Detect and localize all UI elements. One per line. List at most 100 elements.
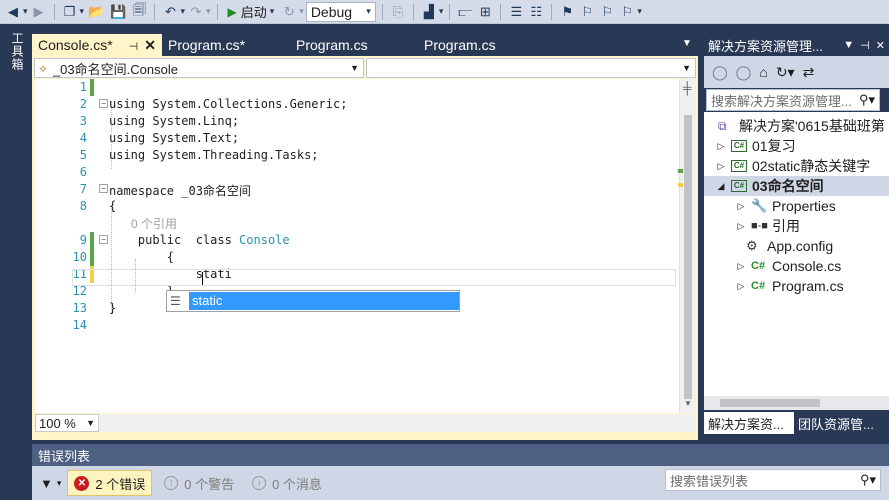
code-editor[interactable]: 1 2 − using System.Collections.Generic; …: [35, 79, 679, 413]
tab-console-cs[interactable]: Console.cs* ⊣ ✕: [32, 34, 162, 56]
comment-icon[interactable]: ☰: [507, 2, 525, 22]
messages-filter-button[interactable]: i 0 个消息: [246, 474, 328, 493]
collapse-icon[interactable]: −: [99, 99, 108, 108]
sync-icon[interactable]: ⇄: [803, 64, 815, 81]
solution-explorer-search[interactable]: 搜索解决方案资源管理... ⚲▾: [706, 89, 880, 111]
toolbar-overflow-icon[interactable]: ▾: [637, 6, 642, 17]
expand-icon[interactable]: ▷: [736, 261, 746, 272]
collapse-icon[interactable]: ◢: [716, 181, 726, 192]
tree-item-console-cs[interactable]: ▷ C# Console.cs: [736, 256, 842, 276]
expand-icon[interactable]: ▷: [716, 161, 726, 172]
filter-button[interactable]: ▼ ▾: [40, 476, 61, 491]
expand-icon[interactable]: ▷: [736, 201, 746, 212]
tree-item-project-selected[interactable]: ◢ C# 03命名空间: [704, 176, 889, 196]
find-icon[interactable]: ▟: [420, 2, 438, 22]
navigation-bar: ⟡ _03命名空间.Console ▼ ▼: [34, 58, 696, 78]
tree-item-properties[interactable]: ▷ 🔧 Properties: [736, 196, 836, 216]
line-number: 5: [79, 148, 87, 162]
redo-icon[interactable]: ↷: [187, 2, 205, 22]
undo-dropdown-icon[interactable]: ▾: [180, 6, 185, 17]
solution-tree-horizontal-scrollbar[interactable]: [704, 396, 889, 410]
save-icon[interactable]: 💾: [108, 2, 128, 22]
zoom-value: 100 %: [39, 415, 76, 431]
back-icon[interactable]: ◯: [712, 64, 728, 81]
start-debug-button[interactable]: ▶ 启动 ▾: [224, 2, 279, 21]
start-dropdown-icon[interactable]: ▾: [270, 6, 275, 17]
editor-vertical-scrollbar[interactable]: ╪ ▼: [679, 79, 696, 413]
expand-icon[interactable]: ▷: [716, 141, 726, 152]
type-select[interactable]: ⟡ _03命名空间.Console ▼: [34, 58, 364, 78]
member-select[interactable]: ▼: [366, 58, 696, 78]
format-icon[interactable]: ⊞: [476, 2, 494, 22]
tab-program-cs-2[interactable]: Program.cs: [418, 34, 546, 56]
back-icon[interactable]: ◀: [4, 2, 22, 22]
overview-marker: [678, 169, 683, 173]
error-list-title-bar: 错误列表: [32, 444, 889, 466]
tree-item-solution[interactable]: ⧉ 解决方案'0615基础班第: [718, 116, 885, 136]
uncomment-icon[interactable]: ☷: [527, 2, 545, 22]
code-line: 8 {: [35, 198, 679, 215]
close-icon[interactable]: ✕: [144, 37, 156, 53]
errors-filter-button[interactable]: ✕ 2 个错误: [67, 470, 153, 496]
scroll-down-icon[interactable]: ▼: [684, 399, 692, 408]
tree-item-project[interactable]: ▷ C# 01复习: [716, 136, 796, 156]
pending-changes-filter-icon[interactable]: ↻▾: [776, 64, 795, 81]
tree-item-references[interactable]: ▷ ■-■ 引用: [736, 216, 800, 236]
error-list-search-placeholder: 搜索错误列表: [670, 473, 749, 489]
toolbox-tab[interactable]: 工具箱: [9, 32, 26, 71]
reference-count-link[interactable]: 0 个引用: [131, 215, 177, 232]
tree-item-label: 03命名空间: [752, 178, 824, 194]
redo-dropdown-icon[interactable]: ▾: [206, 6, 211, 17]
error-list-search[interactable]: 搜索错误列表 ⚲▾: [665, 469, 881, 491]
bookmark-icon[interactable]: ⚑: [558, 2, 576, 22]
tree-item-label: Console.cs: [772, 258, 842, 274]
completion-item-static[interactable]: static: [189, 292, 459, 310]
tab-program-cs[interactable]: Program.cs: [290, 34, 418, 56]
refresh-icon[interactable]: ↻: [280, 2, 298, 22]
next-bookmark-icon[interactable]: ⚐: [598, 2, 616, 22]
zoom-select[interactable]: 100 % ▼: [35, 414, 99, 432]
tree-item-appconfig[interactable]: ⚙ App.config: [746, 236, 833, 256]
tree-item-program-cs[interactable]: ▷ C# Program.cs: [736, 276, 844, 296]
collapse-icon[interactable]: −: [99, 184, 108, 193]
pin-icon[interactable]: ⊣: [860, 39, 870, 52]
tab-team-explorer[interactable]: 团队资源管...: [794, 412, 889, 434]
copy-icon[interactable]: ⎘: [389, 2, 407, 22]
tree-item-label: 解决方案'0615基础班第: [739, 118, 885, 134]
back-dropdown-icon[interactable]: ▾: [23, 6, 28, 17]
align-left-icon[interactable]: ⫍: [456, 2, 474, 22]
clear-bookmarks-icon[interactable]: ⚐: [618, 2, 636, 22]
new-project-dropdown-icon[interactable]: ▾: [80, 6, 85, 17]
scrollbar-thumb[interactable]: [684, 115, 692, 399]
pin-icon[interactable]: ⊣: [129, 41, 139, 53]
solution-config-select[interactable]: Debug ▾: [305, 1, 376, 22]
forward-icon[interactable]: ◯: [736, 64, 752, 81]
prev-bookmark-icon[interactable]: ⚐: [578, 2, 596, 22]
search-icon[interactable]: ⚲▾: [859, 92, 875, 108]
collapse-icon[interactable]: −: [99, 235, 108, 244]
save-all-icon[interactable]: 🗐: [130, 2, 148, 22]
undo-icon[interactable]: ↶: [161, 2, 179, 22]
search-icon[interactable]: ⚲▾: [860, 472, 876, 488]
tab-program-cs-modified[interactable]: Program.cs*: [162, 34, 290, 56]
new-project-icon[interactable]: ❐: [61, 2, 79, 22]
line-number: 7: [79, 182, 87, 196]
home-icon[interactable]: ⌂: [759, 64, 767, 80]
change-marker: [90, 232, 94, 249]
open-file-icon[interactable]: 📂: [86, 2, 106, 22]
expand-icon[interactable]: ▷: [736, 281, 746, 292]
warnings-filter-button[interactable]: ! 0 个警告: [158, 474, 240, 493]
tab-solution-explorer[interactable]: 解决方案资...: [704, 412, 794, 434]
find-dropdown-icon[interactable]: ▾: [439, 6, 444, 17]
expand-icon[interactable]: ▷: [736, 221, 746, 232]
document-tabs: Console.cs* ⊣ ✕ Program.cs* Program.cs Pr…: [32, 34, 698, 56]
tree-item-project[interactable]: ▷ C# 02static静态关键字: [716, 156, 871, 176]
window-position-icon[interactable]: ▼: [843, 39, 854, 52]
forward-icon[interactable]: ▶: [30, 2, 48, 22]
tab-overflow-icon[interactable]: ▼: [682, 38, 692, 49]
refresh-dropdown-icon[interactable]: ▾: [299, 6, 304, 17]
close-icon[interactable]: ✕: [876, 39, 885, 52]
split-window-icon[interactable]: ╪: [683, 81, 692, 95]
line-number: 13: [72, 301, 87, 315]
scrollbar-thumb[interactable]: [720, 399, 820, 407]
